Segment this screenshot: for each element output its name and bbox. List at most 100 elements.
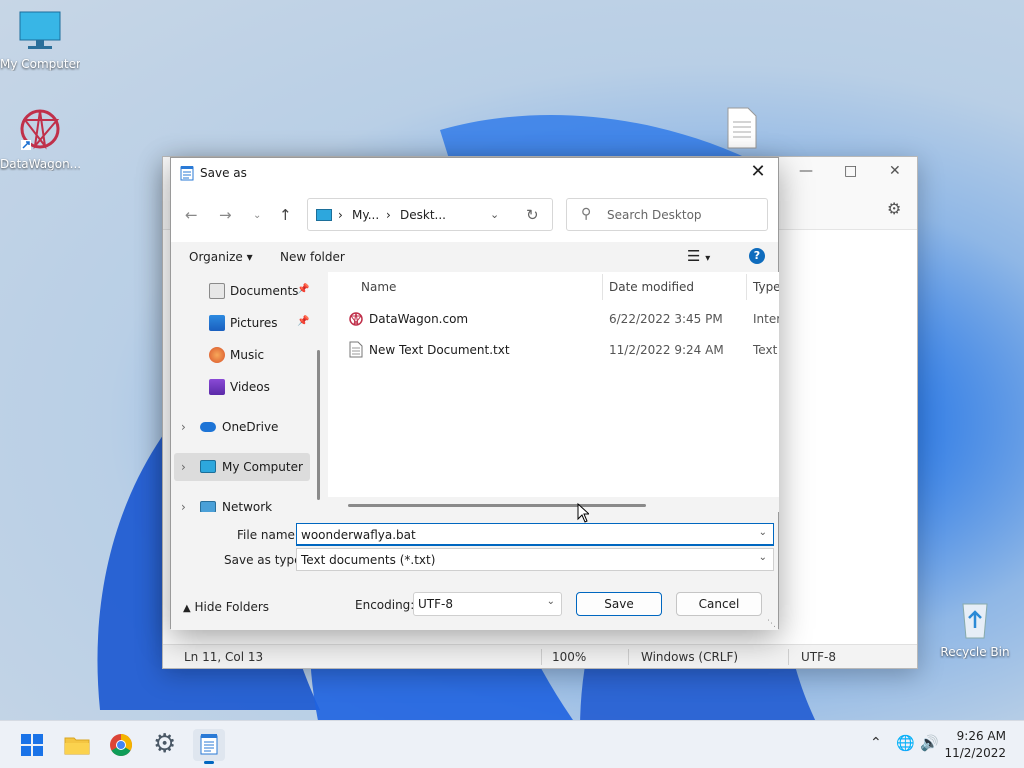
encoding-label: Encoding: (355, 598, 415, 612)
taskbar: ⚙ ⌃ 🌐 🔊 9:26 AM 11/2/2022 (0, 720, 1024, 768)
nav-item-documents[interactable]: Documents 📌 (171, 277, 321, 305)
minimize-icon[interactable]: — (799, 163, 813, 179)
videos-icon (209, 379, 225, 395)
file-date: 6/22/2022 3:45 PM (609, 312, 723, 326)
new-folder-button[interactable]: New folder (280, 250, 345, 264)
chrome-taskbar-button[interactable] (105, 729, 137, 761)
file-name-value: woonderwaflya.bat (301, 528, 416, 542)
file-explorer-taskbar-button[interactable] (61, 729, 93, 761)
refresh-icon[interactable]: ↻ (526, 206, 539, 224)
nav-item-pictures[interactable]: Pictures 📌 (171, 309, 321, 337)
monitor-icon (200, 460, 216, 473)
network-icon (200, 501, 216, 512)
encoding-select[interactable]: UTF-8 ⌄ (413, 592, 562, 616)
view-options-icon[interactable]: ☰ ▾ (687, 247, 710, 265)
forward-arrow-icon[interactable]: → (219, 206, 232, 224)
expand-chevron-icon[interactable]: › (181, 460, 186, 474)
desktop-icon-label: DataWagon... (0, 157, 80, 171)
pin-icon: 📌 (297, 284, 310, 295)
dialog-toolbar: Organize ▾ New folder ☰ ▾ ? (171, 242, 778, 272)
tray-date[interactable]: 11/2/2022 (936, 746, 1006, 760)
notepad-icon (180, 166, 194, 181)
organize-label: Organize (189, 250, 243, 264)
save-button[interactable]: Save (576, 592, 662, 616)
chrome-icon (110, 734, 132, 756)
chevron-down-icon[interactable]: ⌄ (547, 596, 555, 607)
save-as-dialog[interactable]: Save as ✕ ← → ⌄ ↑ › My... › Deskt... ⌄ ↻… (170, 157, 779, 630)
crumb-my-computer[interactable]: My... (352, 208, 379, 222)
desktop-icon-recycle-bin[interactable]: Recycle Bin (935, 598, 1015, 659)
file-list[interactable]: ⌃ Name Date modified Type DataWagon.com … (328, 272, 779, 512)
windows-logo-icon (21, 734, 43, 756)
dialog-titlebar[interactable]: Save as ✕ (171, 158, 778, 188)
save-as-type-label: Save as type: (224, 553, 306, 567)
encoding-value: UTF-8 (418, 597, 453, 611)
search-placeholder: Search Desktop (607, 208, 702, 222)
column-date-modified[interactable]: Date modified (609, 280, 694, 294)
nav-item-videos[interactable]: Videos (171, 373, 321, 401)
recycle-bin-icon (962, 603, 988, 639)
file-row-new-text-document[interactable]: New Text Document.txt 11/2/2022 9:24 AM … (342, 336, 779, 364)
sort-chevron-icon: ⌃ (473, 272, 482, 279)
help-icon[interactable]: ? (749, 248, 765, 264)
crumb-desktop[interactable]: Deskt... (400, 208, 446, 222)
expand-chevron-icon[interactable]: › (181, 420, 186, 434)
settings-gear-icon[interactable]: ⚙ (887, 199, 901, 218)
settings-taskbar-button[interactable]: ⚙ (149, 729, 181, 761)
back-arrow-icon[interactable]: ← (185, 206, 198, 224)
dialog-close-icon[interactable]: ✕ (746, 161, 770, 185)
chevron-up-icon: ▲ (183, 603, 191, 614)
nav-item-music[interactable]: Music (171, 341, 321, 369)
start-button[interactable] (16, 729, 48, 761)
gear-icon: ⚙ (153, 729, 177, 759)
column-name[interactable]: Name (361, 280, 396, 294)
crumb-separator-icon: › (338, 208, 343, 222)
resize-grip-icon[interactable]: ⋱ (767, 619, 776, 629)
chevron-up-icon[interactable]: ⌃ (870, 735, 882, 751)
nav-pane-scrollbar[interactable] (317, 350, 320, 500)
search-box[interactable]: ⚲ Search Desktop (566, 198, 768, 231)
recent-chevron-icon[interactable]: ⌄ (253, 210, 261, 221)
nav-item-network[interactable]: › Network (171, 493, 321, 512)
maximize-icon[interactable]: □ (844, 163, 857, 179)
file-type: Text D (753, 343, 779, 357)
desktop-icon-datawagon[interactable]: DataWagon... (0, 106, 80, 171)
column-type[interactable]: Type (753, 280, 779, 294)
status-eol: Windows (CRLF) (641, 650, 739, 664)
tray-time[interactable]: 9:26 AM (946, 729, 1006, 743)
desktop-icon-label: Recycle Bin (940, 645, 1010, 659)
close-icon[interactable]: ✕ (889, 163, 901, 179)
file-name-input[interactable]: woonderwaflya.bat ⌄ (296, 523, 774, 546)
address-bar[interactable]: › My... › Deskt... ⌄ ↻ (307, 198, 553, 231)
hide-folders-button[interactable]: ▲ Hide Folders (183, 600, 269, 614)
nav-item-label: Documents (230, 284, 299, 298)
status-position: Ln 11, Col 13 (184, 650, 264, 664)
monitor-icon (316, 209, 332, 221)
nav-item-label: Network (222, 500, 273, 512)
cancel-button[interactable]: Cancel (676, 592, 762, 616)
computer-icon (19, 11, 61, 49)
folder-icon (64, 737, 90, 755)
pictures-icon (209, 315, 225, 331)
file-date: 11/2/2022 9:24 AM (609, 343, 724, 357)
chevron-down-icon[interactable]: ⌄ (759, 552, 767, 563)
notepad-icon (200, 734, 218, 755)
save-as-type-select[interactable]: Text documents (*.txt) ⌄ (296, 548, 774, 571)
up-arrow-icon[interactable]: ↑ (279, 206, 292, 224)
active-app-indicator (204, 761, 214, 764)
nav-item-onedrive[interactable]: › OneDrive (171, 413, 321, 441)
horizontal-scrollbar[interactable] (348, 504, 646, 507)
file-row-datawagon[interactable]: DataWagon.com 6/22/2022 3:45 PM Interr (342, 305, 779, 333)
navigation-pane[interactable]: Documents 📌 Pictures 📌 Music Videos › On… (171, 272, 327, 512)
nav-item-label: Pictures (230, 316, 278, 330)
globe-icon[interactable]: 🌐 (896, 734, 915, 752)
nav-item-label: Music (230, 348, 265, 362)
desktop-file-icon[interactable] (702, 106, 782, 153)
address-dropdown-icon[interactable]: ⌄ (490, 208, 499, 221)
desktop-icon-my-computer[interactable]: My Computer (0, 10, 80, 71)
notepad-taskbar-button[interactable] (193, 729, 225, 764)
expand-chevron-icon[interactable]: › (181, 500, 186, 512)
nav-item-my-computer[interactable]: › My Computer (174, 453, 310, 481)
chevron-down-icon[interactable]: ⌄ (759, 527, 767, 538)
organize-button[interactable]: Organize ▾ (189, 250, 253, 264)
